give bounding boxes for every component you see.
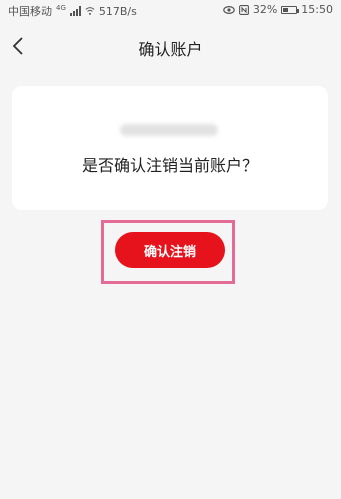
nav-bar: 确认账户 <box>0 22 341 70</box>
page-title: 确认账户 <box>138 40 203 59</box>
carrier-label: 中国移动 <box>8 5 52 18</box>
status-left: 中国移动 4G 517B/s <box>8 3 137 19</box>
status-bar: 中国移动 4G 517B/s 32% 15:50 <box>0 0 341 20</box>
nfc-icon <box>238 4 249 15</box>
battery-percent-label: 32% <box>252 3 278 16</box>
battery-icon <box>281 5 300 14</box>
signal-icon <box>69 6 81 16</box>
wifi-icon <box>85 7 95 15</box>
confirm-question: 是否确认注销当前账户？ <box>81 156 258 175</box>
account-card: 是否确认注销当前账户？ <box>12 86 328 210</box>
status-right: 32% 15:50 <box>223 3 333 16</box>
eye-icon <box>223 5 235 14</box>
masked-account-number <box>120 124 218 136</box>
confirm-cancel-account-button[interactable]: 确认注销 <box>115 232 225 268</box>
clock-label: 15:50 <box>301 3 333 16</box>
network-type-label: 4G <box>56 4 66 12</box>
network-speed-label: 517B/s <box>98 4 137 18</box>
